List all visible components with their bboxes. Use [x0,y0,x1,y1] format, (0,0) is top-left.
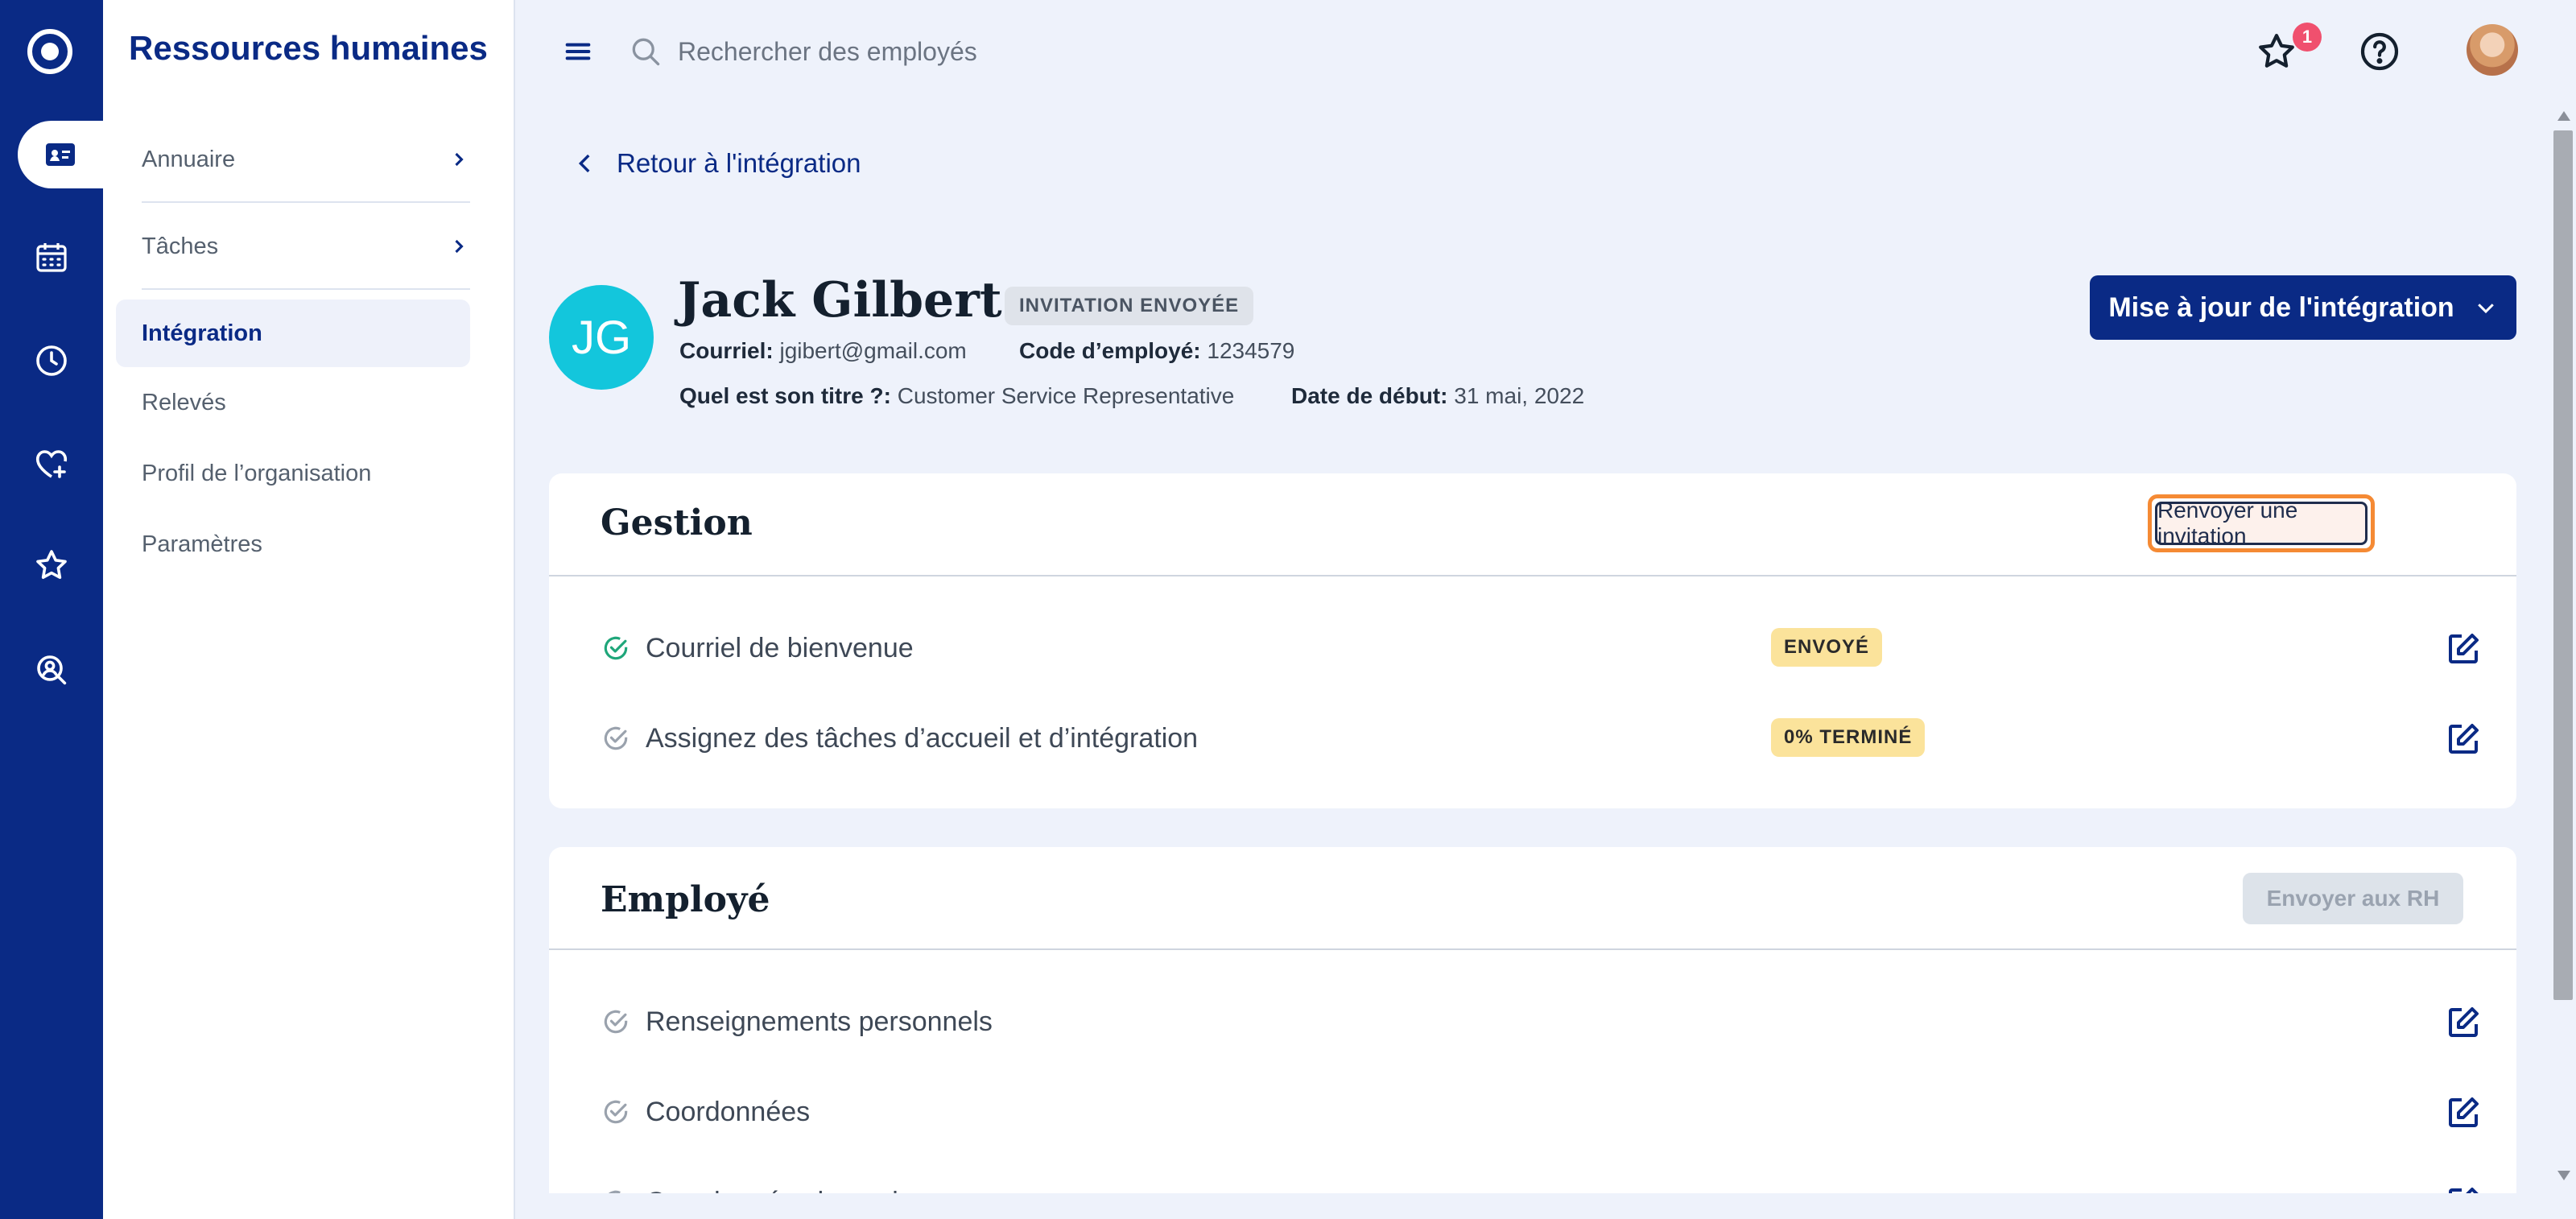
edit-icon[interactable] [2444,1184,2483,1193]
employee-start-date: Date de début: 31 mai, 2022 [1291,383,1584,409]
update-integration-label: Mise à jour de l'intégration [2108,291,2454,323]
list-item: Renseignements personnels [601,997,2484,1045]
row-label: Coordonnées bancaires [646,1187,936,1193]
chevron-down-icon [2477,304,2494,314]
notification-badge: 1 [2293,23,2322,52]
sidebar-item-label: Tâches [142,233,219,259]
sidebar-item-label: Paramètres [142,531,262,557]
status-badge: INVITATION ENVOYÉE [1005,287,1254,325]
list-item: Courriel de bienvenue ENVOYÉ [601,623,2484,671]
check-circle-icon [604,1100,628,1124]
employee-name: Jack Gilbert [678,272,1002,329]
send-to-hr-button[interactable]: Envoyer aux RH [2243,873,2463,924]
list-item: Coordonnées [601,1087,2484,1135]
edit-icon[interactable] [2444,1093,2483,1132]
start-value: 31 mai, 2022 [1454,383,1585,408]
sidebar-item-label: Relevés [142,389,226,415]
employee-code: Code d’employé: 1234579 [1019,338,1294,364]
status-badge: ENVOYÉ [1771,628,1883,667]
help-icon[interactable] [2357,29,2402,74]
employee-email: Courriel: jgibert@gmail.com [679,338,967,364]
chevron-left-icon [578,154,590,173]
sidebar-item-label: Annuaire [142,146,236,172]
edit-icon[interactable] [2444,630,2483,668]
sidebar: Ressources humaines Annuaire Tâches Inté… [103,0,515,1219]
heart-plus-icon[interactable] [0,430,103,498]
search-icon [632,38,660,66]
check-circle-icon [609,1190,621,1193]
star-icon[interactable] [0,531,103,599]
email-value: jgibert@gmail.com [779,338,967,363]
divider [549,575,2516,576]
divider [549,948,2516,950]
app-title: Ressources humaines [129,29,488,67]
search-person-icon[interactable] [0,636,103,704]
scroll-up-arrow-icon[interactable] [2557,111,2570,121]
search-input[interactable] [678,29,1402,74]
scroll-down-arrow-icon[interactable] [2557,1171,2570,1180]
chevron-right-icon [455,239,464,254]
icon-rail [0,0,103,1219]
check-circle-icon [604,726,628,750]
employe-card: Employé Envoyer aux RH Renseignements pe… [549,847,2516,1193]
sidebar-item-label: Intégration [142,320,262,346]
title-label: Quel est son titre ?: [679,383,891,408]
list-item: Assignez des tâches d’accueil et d’intég… [601,713,2484,762]
title-value: Customer Service Representative [897,383,1235,408]
sidebar-item-label: Profil de l’organisation [142,460,372,486]
card-title: Gestion [601,502,753,543]
row-label: Courriel de bienvenue [646,633,914,663]
card-title: Employé [601,879,770,920]
back-link[interactable]: Retour à l'intégration [572,148,861,179]
sidebar-item-releves[interactable]: Relevés [116,369,470,436]
resend-invitation-label: Renvoyer une invitation [2155,498,2368,548]
back-link-label: Retour à l'intégration [617,148,861,178]
clock-icon[interactable] [0,327,103,395]
code-label: Code d’employé: [1019,338,1201,363]
code-value: 1234579 [1207,338,1295,363]
chevron-right-icon [455,152,464,167]
avatar[interactable] [2467,24,2518,76]
update-integration-button[interactable]: Mise à jour de l'intégration [2090,275,2516,340]
edit-icon[interactable] [2444,720,2483,758]
email-label: Courriel: [679,338,774,363]
row-label: Coordonnées [646,1097,811,1127]
row-label: Renseignements personnels [646,1006,993,1037]
calendar-icon[interactable] [0,224,103,291]
topbar: 1 [517,0,2576,103]
resend-invitation-button[interactable]: Renvoyer une invitation [2148,494,2375,552]
sidebar-item-annuaire[interactable]: Annuaire [116,126,470,193]
sidebar-item-parametres[interactable]: Paramètres [116,510,470,578]
logo-icon[interactable] [27,29,72,74]
employee-avatar: JG [549,285,654,390]
edit-icon[interactable] [2444,1003,2483,1042]
sidebar-item-taches[interactable]: Tâches [116,213,470,280]
list-item: Coordonnées bancaires [601,1177,2484,1193]
sidebar-item-profil-organisation[interactable]: Profil de l’organisation [116,440,470,507]
status-badge: 0% TERMINÉ [1771,718,1926,757]
gestion-card: Gestion Renvoyer une invitation Courriel… [549,473,2516,808]
scrollbar-thumb[interactable] [2553,130,2573,1000]
divider [142,201,470,203]
check-circle-icon [604,1010,628,1034]
start-label: Date de début: [1291,383,1448,408]
menu-icon[interactable] [562,35,594,68]
divider [142,288,470,290]
scrollbar[interactable] [2550,103,2576,1192]
employee-title: Quel est son titre ?: Customer Service R… [679,383,1234,409]
employee-card-icon[interactable] [18,121,103,188]
row-label: Assignez des tâches d’accueil et d’intég… [646,723,1199,754]
sidebar-item-integration[interactable]: Intégration [116,300,470,367]
check-circle-icon [604,636,628,660]
